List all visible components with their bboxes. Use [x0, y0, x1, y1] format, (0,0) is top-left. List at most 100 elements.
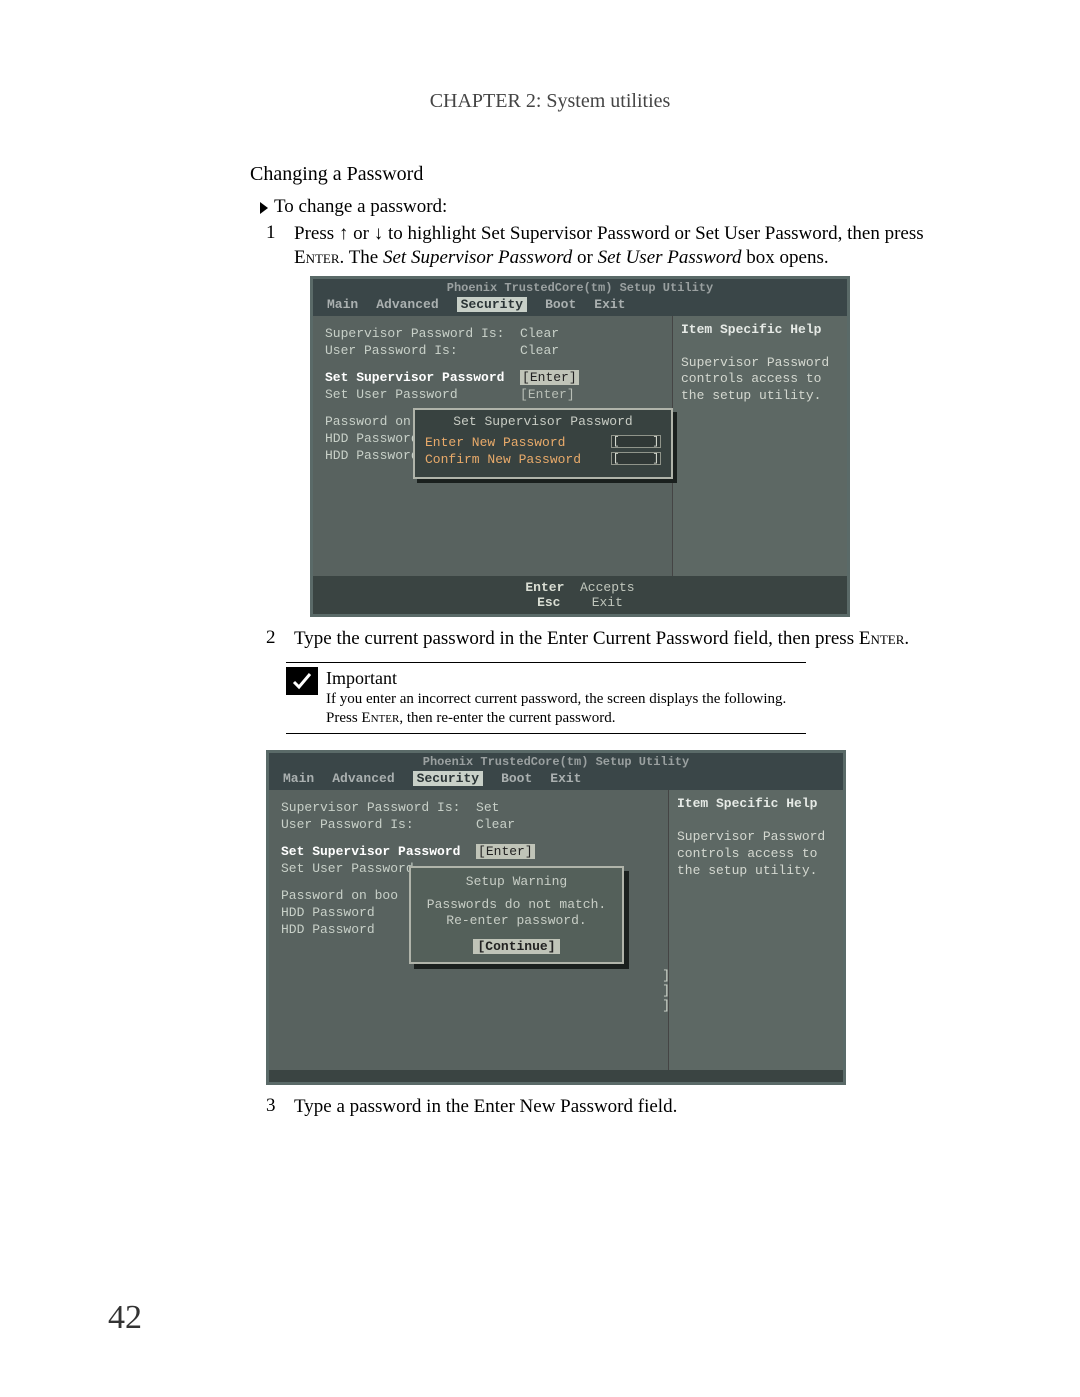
bios-title: Phoenix TrustedCore(tm) Setup Utility [313, 279, 847, 295]
bios-left-panel: Supervisor Password Is: Set User Passwor… [269, 790, 668, 1070]
instruction-intro-text: To change a password: [274, 196, 447, 217]
step-text: Press ↑ or ↓ to highlight Set Supervisor… [294, 222, 970, 270]
callout-line: If you enter an incorrect current passwo… [326, 690, 786, 709]
row-label: HDD Password [281, 922, 375, 937]
step-3: 3 Type a password in the Enter New Passw… [266, 1095, 970, 1119]
step-number: 2 [266, 627, 294, 651]
dialog-row-label: Confirm New Password [425, 452, 581, 467]
step-2: 2 Type the current password in the Enter… [266, 627, 970, 651]
menu-exit: Exit [594, 297, 625, 312]
bios-help-panel: Item Specific Help Supervisor Password c… [668, 790, 843, 1070]
row-label: Set User Password [281, 861, 414, 876]
stray: ] [662, 998, 670, 1013]
row-label: Supervisor Password Is: [281, 800, 460, 815]
step-text: Type a password in the Enter New Passwor… [294, 1095, 970, 1119]
row-label: Set User Password [325, 387, 458, 402]
bios-footer: Enter Accepts Esc Exit [313, 576, 847, 614]
bios-screenshot-2: Phoenix TrustedCore(tm) Setup Utility Ma… [266, 750, 846, 1085]
menu-security: Security [457, 297, 527, 312]
t: to highlight Set Supervisor Password or … [383, 223, 923, 244]
down-arrow-icon: ↓ [374, 223, 384, 244]
row-value: [Enter] [520, 370, 579, 385]
t: or [348, 223, 373, 244]
stray: ] [662, 968, 670, 983]
callout-title: Important [326, 667, 786, 690]
row-value: Set [476, 800, 499, 815]
section-title: Changing a Password [250, 163, 970, 186]
row-label: User Password Is: [281, 817, 414, 832]
dialog-row-label: Enter New Password [425, 435, 565, 450]
row-value: Clear [520, 343, 559, 358]
help-title: Item Specific Help [681, 322, 839, 337]
dialog-title: Setup Warning [419, 874, 614, 889]
menu-exit: Exit [550, 771, 581, 786]
row-value: [Enter] [476, 844, 535, 859]
t: . [904, 628, 909, 649]
checkmark-icon [286, 667, 318, 695]
step-number: 1 [266, 222, 294, 270]
instruction-intro: To change a password: [260, 196, 970, 218]
footer-action: Accepts [580, 580, 635, 595]
t: Type the current password in the Enter C… [294, 628, 859, 649]
row-value: [Enter] [520, 387, 575, 402]
menu-boot: Boot [501, 771, 532, 786]
password-field: [ ] [611, 435, 661, 448]
t: Set User Password [598, 247, 742, 268]
menu-main: Main [327, 297, 358, 312]
callout-line: Press Enter, then re-enter the current p… [326, 709, 786, 728]
set-password-dialog: Set Supervisor Password Enter New Passwo… [413, 408, 673, 479]
help-text: Supervisor Password controls access to t… [677, 829, 835, 880]
menu-advanced: Advanced [376, 297, 438, 312]
bios-left-panel: Supervisor Password Is: Clear User Passw… [313, 316, 672, 576]
t: Press [294, 223, 339, 244]
important-callout: Important If you enter an incorrect curr… [286, 662, 806, 734]
row-label: Password on boo [281, 888, 398, 903]
enter-key: Enter [361, 710, 399, 726]
bios-menubar: Main Advanced Security Boot Exit [313, 295, 847, 316]
bios-screenshot-1: Phoenix TrustedCore(tm) Setup Utility Ma… [310, 276, 850, 617]
bios-title: Phoenix TrustedCore(tm) Setup Utility [269, 753, 843, 769]
menu-advanced: Advanced [332, 771, 394, 786]
footer-key: Esc [537, 595, 560, 610]
continue-button: [Continue] [473, 939, 559, 954]
up-arrow-icon: ↑ [339, 223, 349, 244]
enter-key: Enter [859, 628, 905, 649]
t: , then re-enter the current password. [399, 710, 615, 726]
row-value: Clear [476, 817, 515, 832]
chapter-header: CHAPTER 2: System utilities [130, 90, 970, 113]
warning-dialog: Setup Warning Passwords do not match. Re… [409, 866, 624, 964]
step-1: 1 Press ↑ or ↓ to highlight Set Supervis… [266, 222, 970, 270]
step-number: 3 [266, 1095, 294, 1119]
help-title: Item Specific Help [677, 796, 835, 811]
right-triangle-icon [260, 202, 268, 214]
t: or [572, 247, 597, 268]
stray: ] [662, 983, 670, 998]
row-value: Clear [520, 326, 559, 341]
bios-menubar: Main Advanced Security Boot Exit [269, 769, 843, 790]
footer-key: Enter [525, 580, 564, 595]
t: Set Supervisor Password [383, 247, 572, 268]
row-label: Set Supervisor Password [281, 844, 460, 859]
t: . The [340, 247, 383, 268]
bios-help-panel: Item Specific Help Supervisor Password c… [672, 316, 847, 576]
row-label: User Password Is: [325, 343, 458, 358]
menu-main: Main [283, 771, 314, 786]
dialog-line: Re-enter password. [419, 913, 614, 928]
footer-action: Exit [592, 595, 623, 610]
enter-key: Enter [294, 247, 340, 268]
password-field: [ ] [611, 452, 661, 465]
row-label: Set Supervisor Password [325, 370, 504, 385]
t: Press [326, 710, 361, 726]
help-text: Supervisor Password controls access to t… [681, 355, 839, 406]
row-label: HDD Password [325, 448, 419, 463]
menu-security: Security [413, 771, 483, 786]
row-label: HDD Password [325, 431, 419, 446]
bios-footer [269, 1070, 843, 1082]
row-label: Supervisor Password Is: [325, 326, 504, 341]
dialog-line: Passwords do not match. [419, 897, 614, 912]
row-label: HDD Password [281, 905, 375, 920]
t: box opens. [742, 247, 829, 268]
page-number: 42 [108, 1299, 142, 1337]
dialog-title: Set Supervisor Password [425, 414, 661, 429]
step-text: Type the current password in the Enter C… [294, 627, 970, 651]
